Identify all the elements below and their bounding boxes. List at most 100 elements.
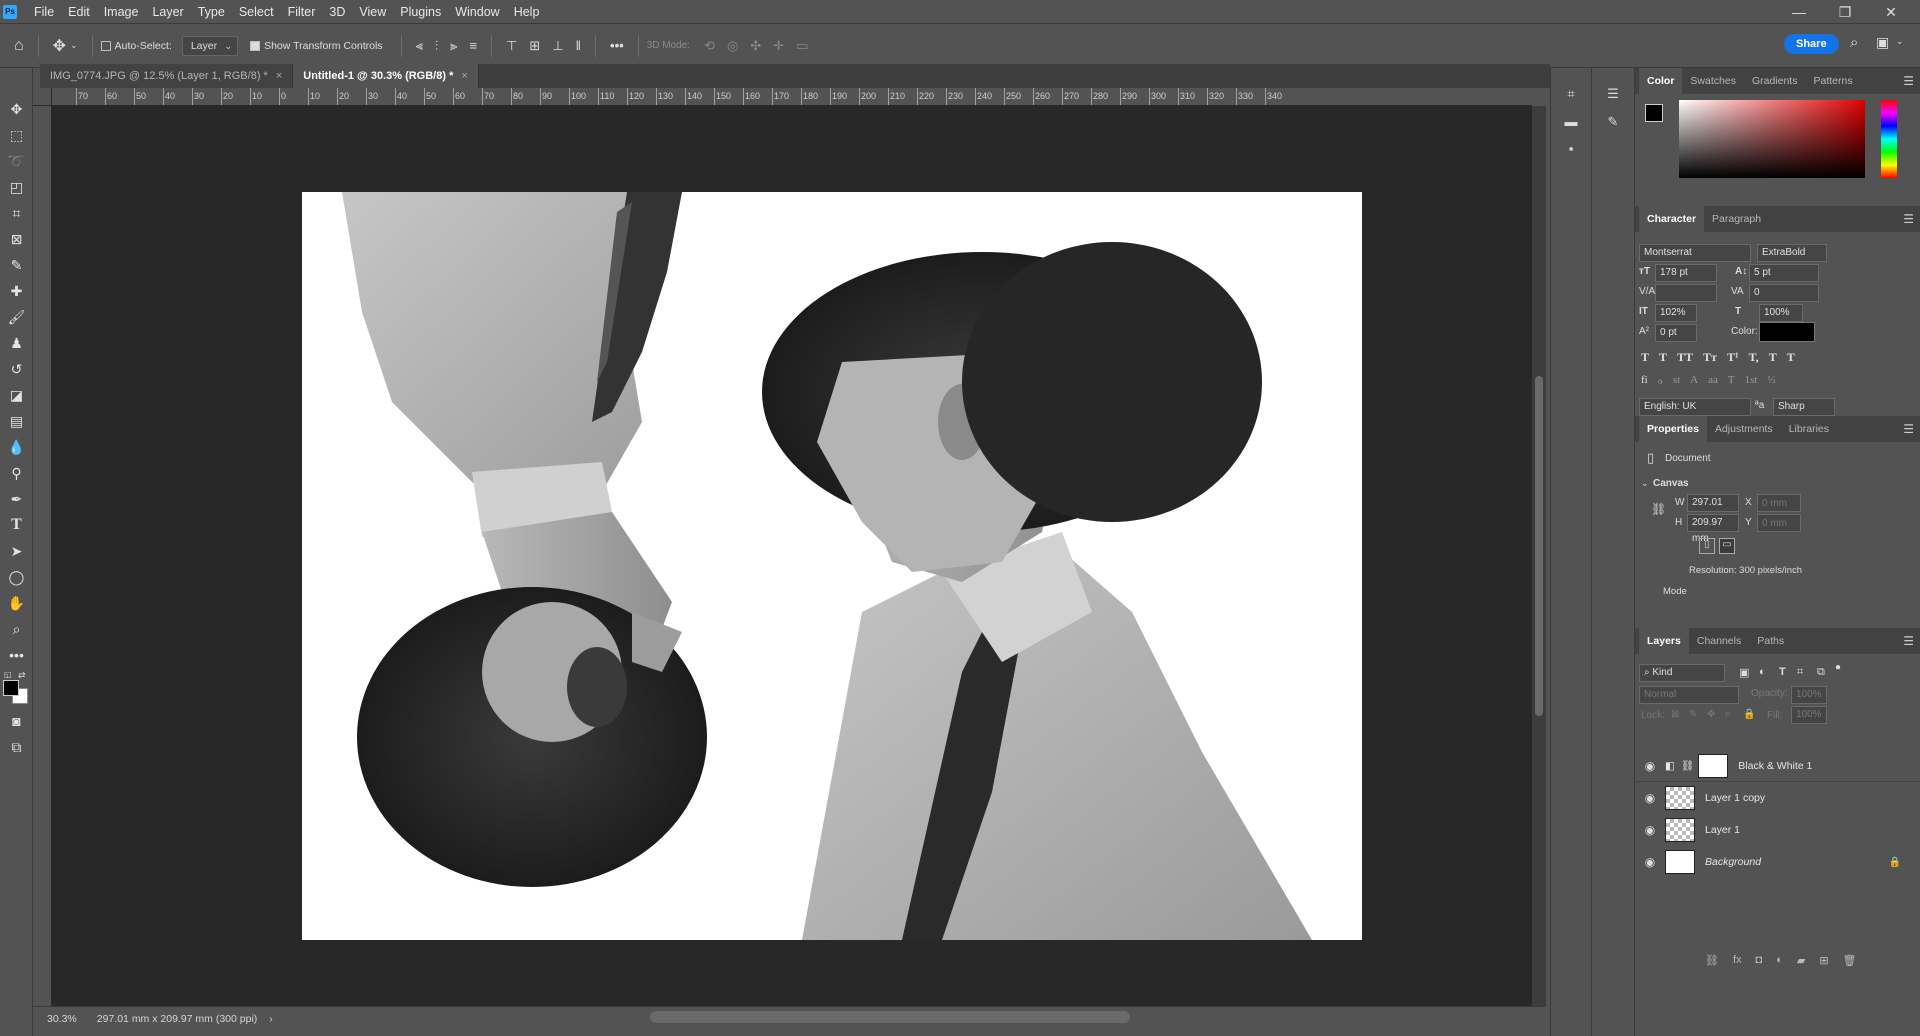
menu-window[interactable]: Window: [448, 0, 506, 24]
canvas-height-input[interactable]: 209.97 mm: [1687, 514, 1739, 544]
menu-file[interactable]: File: [27, 0, 61, 24]
layer-row[interactable]: ◉ Layer 1 copy: [1635, 782, 1920, 814]
opentype-button[interactable]: ½: [1767, 374, 1775, 387]
3d-slide-icon[interactable]: ✛: [773, 38, 784, 54]
screen-mode-icon[interactable]: ⧉: [0, 734, 33, 760]
quick-mask-icon[interactable]: ◙: [0, 708, 33, 734]
3d-orbit-icon[interactable]: ⟲: [704, 38, 715, 54]
font-family-select[interactable]: Montserrat: [1639, 244, 1751, 262]
panel-tab-properties[interactable]: Properties: [1639, 416, 1707, 442]
opentype-button[interactable]: 1st: [1745, 374, 1758, 387]
opentype-button[interactable]: ℴ: [1658, 374, 1663, 387]
canvas-x-input[interactable]: [1757, 494, 1801, 512]
align-middle-icon[interactable]: ⊞: [529, 38, 540, 54]
align-center-icon[interactable]: ⫶: [435, 38, 438, 54]
vertical-scale-input[interactable]: 102%: [1655, 304, 1697, 322]
layer-row[interactable]: ◉ Background 🔒: [1635, 846, 1920, 878]
panel-tab-patterns[interactable]: Patterns: [1805, 68, 1860, 94]
menu-edit[interactable]: Edit: [61, 0, 97, 24]
move-tool-icon[interactable]: ✥: [0, 96, 33, 122]
foreground-color-swatch[interactable]: [3, 680, 19, 696]
panel-tab-adjustments[interactable]: Adjustments: [1707, 416, 1781, 442]
type-style-button[interactable]: TT: [1677, 350, 1693, 365]
document-tab[interactable]: IMG_0774.JPG @ 12.5% (Layer 1, RGB/8) * ×: [40, 64, 294, 88]
menu-type[interactable]: Type: [191, 0, 232, 24]
panel-menu-icon[interactable]: ☰: [1903, 634, 1914, 648]
menu-image[interactable]: Image: [97, 0, 146, 24]
restore-button[interactable]: ❐: [1822, 0, 1868, 24]
adjustment-filter-icon[interactable]: ◐: [1759, 666, 1766, 678]
panel-tab-gradients[interactable]: Gradients: [1744, 68, 1806, 94]
chevron-down-icon[interactable]: ⌄: [70, 40, 78, 51]
3d-roll-icon[interactable]: ◎: [727, 38, 738, 54]
panel-tab-paragraph[interactable]: Paragraph: [1704, 206, 1769, 232]
3d-camera-icon[interactable]: ▭: [796, 38, 808, 54]
adjustment-icon[interactable]: ◐: [1776, 954, 1783, 967]
visibility-eye-icon[interactable]: ◉: [1635, 823, 1665, 837]
opacity-input[interactable]: 100%: [1791, 686, 1827, 704]
plugins-icon[interactable]: ▪: [1551, 141, 1591, 156]
align-top-icon[interactable]: ⊤: [506, 38, 517, 54]
visibility-eye-icon[interactable]: ◉: [1635, 759, 1665, 773]
new-layer-icon[interactable]: ⊞: [1819, 954, 1828, 967]
visibility-eye-icon[interactable]: ◉: [1635, 855, 1665, 869]
horizontal-scroll-thumb[interactable]: [650, 1011, 1130, 1023]
panel-tab-libraries[interactable]: Libraries: [1781, 416, 1837, 442]
comments-icon[interactable]: ▬: [1551, 114, 1591, 129]
lasso-tool-icon[interactable]: ➰: [0, 148, 33, 174]
type-style-button[interactable]: T: [1659, 350, 1667, 365]
eyedropper-tool-icon[interactable]: ✎: [0, 252, 33, 278]
visibility-eye-icon[interactable]: ◉: [1635, 791, 1665, 805]
hand-tool-icon[interactable]: ✋: [0, 590, 33, 616]
share-button[interactable]: Share: [1784, 34, 1839, 54]
status-menu-arrow-icon[interactable]: ›: [269, 1013, 273, 1025]
crop-tool-icon[interactable]: ⌗: [0, 200, 33, 226]
adjustments-sliders-icon[interactable]: ☰: [1592, 86, 1634, 102]
panel-menu-icon[interactable]: ☰: [1903, 212, 1914, 226]
foreground-color-swatch[interactable]: [1645, 104, 1663, 122]
panel-menu-icon[interactable]: ☰: [1903, 422, 1914, 436]
font-size-input[interactable]: 178 pt: [1655, 264, 1717, 282]
distribute-icon[interactable]: ≡: [470, 38, 478, 53]
lock-image-icon[interactable]: ✎: [1689, 709, 1697, 720]
landscape-icon[interactable]: ▭: [1719, 538, 1735, 554]
canvas-width-input[interactable]: 297.01 mm: [1687, 494, 1739, 524]
align-bottom-icon[interactable]: ⊥: [552, 38, 563, 54]
panel-tab-paths[interactable]: Paths: [1749, 628, 1792, 654]
type-filter-icon[interactable]: T: [1779, 666, 1786, 678]
document-canvas[interactable]: [302, 192, 1362, 940]
vertical-scrollbar[interactable]: [1532, 106, 1546, 1006]
minimize-button[interactable]: —: [1776, 0, 1822, 24]
panel-tab-character[interactable]: Character: [1639, 206, 1705, 232]
history-icon[interactable]: ⌗: [1551, 86, 1591, 102]
menu-plugins[interactable]: Plugins: [393, 0, 448, 24]
opentype-button[interactable]: T: [1728, 374, 1735, 387]
marquee-tool-icon[interactable]: ⬚: [0, 122, 33, 148]
tracking-input[interactable]: 0: [1749, 284, 1819, 302]
mask-icon[interactable]: ◘: [1756, 954, 1763, 967]
opentype-button[interactable]: st: [1673, 374, 1680, 387]
chevron-down-icon[interactable]: ⌄: [1641, 478, 1649, 489]
menu-layer[interactable]: Layer: [145, 0, 190, 24]
chevron-down-icon[interactable]: ⌄: [1896, 36, 1904, 47]
frame-tool-icon[interactable]: ⊠: [0, 226, 33, 252]
lock-artboard-icon[interactable]: ⌗: [1725, 709, 1731, 720]
edit-toolbar-icon[interactable]: •••: [0, 642, 33, 668]
3d-pan-icon[interactable]: ✣: [750, 38, 761, 54]
blend-mode-select[interactable]: Normal: [1639, 686, 1739, 704]
close-button[interactable]: ✕: [1868, 0, 1914, 24]
history-brush-tool-icon[interactable]: ↺: [0, 356, 33, 382]
baseline-shift-input[interactable]: 0 pt: [1655, 324, 1697, 342]
swap-colors-icon[interactable]: ⇄: [18, 670, 26, 681]
show-transform-checkbox[interactable]: [250, 40, 261, 51]
antialias-select[interactable]: Sharp: [1773, 398, 1835, 416]
pen-tool-icon[interactable]: ✒: [0, 486, 33, 512]
panel-menu-icon[interactable]: ☰: [1903, 74, 1914, 88]
link-icon[interactable]: ⛓: [1651, 502, 1666, 516]
menu-view[interactable]: View: [352, 0, 393, 24]
fx-icon[interactable]: fx: [1733, 954, 1742, 967]
eraser-tool-icon[interactable]: ◪: [0, 382, 33, 408]
filter-toggle-icon[interactable]: ●: [1835, 662, 1841, 673]
trash-icon[interactable]: 🗑: [1843, 954, 1857, 967]
healing-brush-tool-icon[interactable]: ✚: [0, 278, 33, 304]
